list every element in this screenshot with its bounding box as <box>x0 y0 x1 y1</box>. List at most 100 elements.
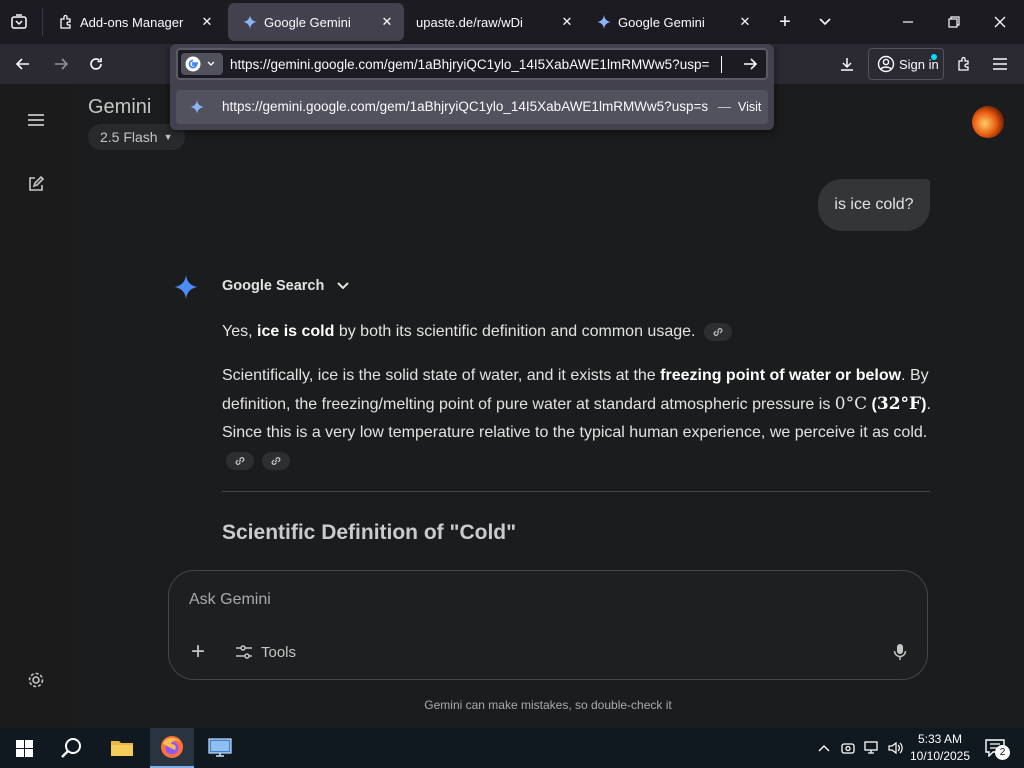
suggestion-separator: — <box>718 99 731 114</box>
show-hidden-icons-button[interactable] <box>814 737 834 759</box>
model-selector[interactable]: 2.5 Flash ▼ <box>88 124 185 150</box>
gear-icon <box>28 672 44 688</box>
user-message-bubble: is ice cold? <box>818 179 930 231</box>
close-tab-icon[interactable]: ✕ <box>198 13 216 31</box>
tab-title: Add-ons Manager <box>80 14 184 30</box>
model-name: 2.5 Flash <box>100 129 158 145</box>
url-suggestion-row[interactable]: https://gemini.google.com/gem/1aBhjryiQC… <box>176 90 768 124</box>
close-window-button[interactable] <box>988 11 1012 33</box>
tab-list-icon <box>11 14 27 29</box>
source-link-chip[interactable] <box>226 452 254 470</box>
text-cursor <box>721 56 722 73</box>
puzzle-icon <box>58 14 74 30</box>
gemini-icon <box>190 100 204 119</box>
clock[interactable]: 5:33 AM 10/10/2025 <box>906 731 974 765</box>
file-explorer-button[interactable] <box>100 728 144 768</box>
source-toggle[interactable]: Google Search <box>222 278 350 294</box>
google-logo-icon <box>185 56 201 72</box>
response-paragraph: Scientifically, ice is the solid state o… <box>222 362 932 475</box>
avatar[interactable] <box>972 106 1004 138</box>
tab-list-button[interactable] <box>8 11 30 33</box>
windows-logo-icon <box>15 739 33 757</box>
notification-badge: 2 <box>995 745 1010 760</box>
tools-label: Tools <box>261 643 297 661</box>
tab-google-gemini-active[interactable]: Google Gemini ✕ <box>228 3 404 41</box>
tab-upaste[interactable]: upaste.de/raw/wDi ✕ <box>406 3 584 41</box>
volume-button[interactable] <box>886 737 906 759</box>
new-chat-button[interactable] <box>24 172 48 196</box>
app-menu-button[interactable] <box>989 53 1011 75</box>
tab-title: Google Gemini <box>264 14 351 30</box>
sign-in-button[interactable]: Sign in <box>868 48 944 80</box>
search-engine-button[interactable] <box>181 53 223 75</box>
prompt-input[interactable]: Ask Gemini <box>189 591 869 615</box>
add-files-button[interactable]: + <box>185 638 211 665</box>
caret-down-icon: ▼ <box>163 132 173 142</box>
gemini-main: Gemini 2.5 Flash ▼ is ice cold? Google S… <box>74 84 1024 728</box>
edit-icon <box>29 175 45 191</box>
suggestion-visit-label: Visit <box>738 100 762 114</box>
extensions-button[interactable] <box>953 53 975 75</box>
forward-button[interactable] <box>50 53 72 75</box>
tools-button[interactable]: Tools <box>235 639 296 665</box>
hamburger-icon <box>993 58 1007 70</box>
url-bar-popup: https://gemini.google.com/gem/1aBhjryiQC… <box>170 44 774 130</box>
search-icon <box>61 738 81 758</box>
math-text: 32°F <box>876 394 922 414</box>
clock-time: 5:33 AM <box>917 732 963 746</box>
close-tab-icon[interactable]: ✕ <box>736 13 754 31</box>
response-paragraph: Yes, ice is cold by both its scientific … <box>222 318 932 346</box>
close-tab-icon[interactable]: ✕ <box>558 13 576 31</box>
chevron-down-icon <box>819 18 831 26</box>
arrow-right-icon <box>55 58 69 70</box>
new-tab-button[interactable]: + <box>774 11 796 33</box>
gemini-icon <box>596 14 612 30</box>
back-button[interactable] <box>12 53 34 75</box>
source-label: Google Search <box>222 278 325 294</box>
tab-google-gemini[interactable]: Google Gemini ✕ <box>582 3 762 41</box>
source-link-chip[interactable] <box>703 323 732 341</box>
source-link-chip[interactable] <box>262 452 291 470</box>
section-divider <box>222 491 930 492</box>
tab-addons-manager[interactable]: Add-ons Manager ✕ <box>44 3 224 41</box>
gemini-icon <box>242 14 258 30</box>
text: Yes, <box>222 323 257 340</box>
bold-text: ice is cold <box>257 323 335 340</box>
reload-button[interactable] <box>85 53 107 75</box>
tools-icon <box>236 645 252 659</box>
firefox-icon <box>161 736 183 758</box>
tray-device-icon[interactable] <box>838 737 858 759</box>
list-all-tabs-button[interactable] <box>814 11 836 33</box>
windows-taskbar: 5:33 AM 10/10/2025 2 <box>0 728 1024 768</box>
settings-button[interactable] <box>24 668 48 692</box>
reload-icon <box>90 58 102 70</box>
account-icon <box>877 55 895 73</box>
network-button[interactable] <box>862 737 882 759</box>
tab-title: upaste.de/raw/wDi <box>416 14 523 30</box>
action-center-button[interactable]: 2 <box>980 734 1010 762</box>
app-title: Gemini <box>88 96 152 118</box>
microphone-button[interactable] <box>887 639 913 665</box>
url-input[interactable]: https://gemini.google.com/gem/1aBhjryiQC… <box>176 48 768 80</box>
close-tab-icon[interactable]: ✕ <box>378 13 396 31</box>
tab-title: Google Gemini <box>618 14 705 30</box>
remote-desktop-button[interactable] <box>198 728 242 768</box>
bold-text: ( <box>867 396 877 413</box>
main-menu-button[interactable] <box>24 108 48 132</box>
downloads-button[interactable] <box>836 53 858 75</box>
go-button[interactable] <box>738 53 762 75</box>
bold-text: freezing point of water or below <box>660 367 902 384</box>
maximize-button[interactable] <box>942 11 966 33</box>
download-icon <box>841 58 853 71</box>
firefox-button[interactable] <box>150 728 194 768</box>
hamburger-icon <box>28 114 44 126</box>
minimize-button[interactable] <box>896 11 920 33</box>
link-icon <box>713 328 723 336</box>
suggestion-url: https://gemini.google.com/gem/1aBhjryiQC… <box>222 99 709 114</box>
microphone-icon <box>893 644 907 660</box>
plus-icon: + <box>779 10 791 33</box>
tab-bar: Add-ons Manager ✕ Google Gemini ✕ upaste… <box>0 0 1024 44</box>
restore-icon <box>948 16 960 28</box>
start-button[interactable] <box>0 728 48 768</box>
search-button[interactable] <box>48 728 96 768</box>
